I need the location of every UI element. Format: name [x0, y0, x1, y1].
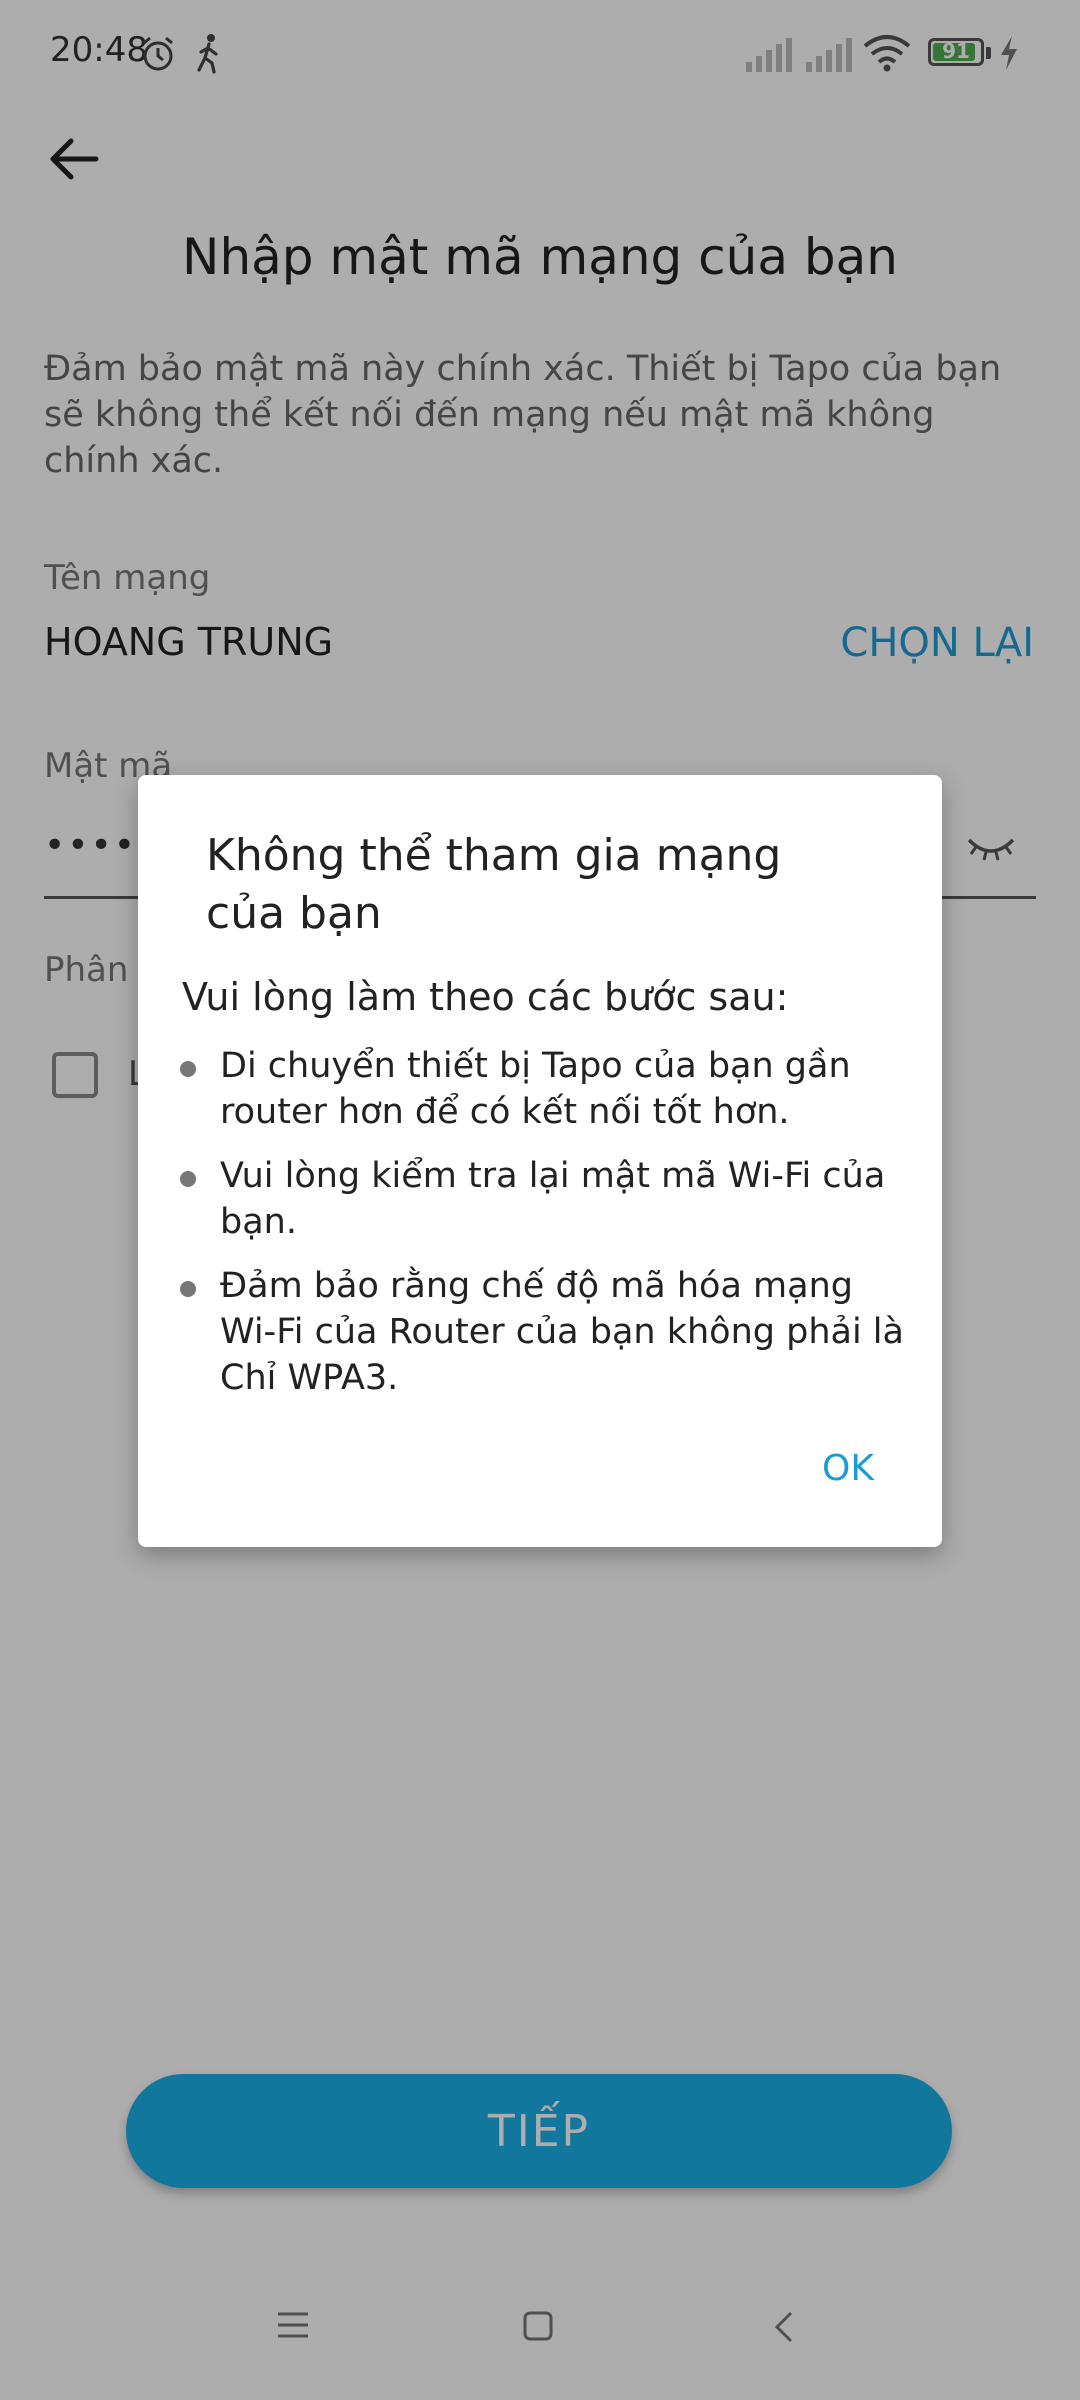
step-text: Vui lòng kiểm tra lại mật mã Wi-Fi của b… [220, 1156, 886, 1242]
step-text: Đảm bảo rằng chế độ mã hóa mạng Wi-Fi củ… [220, 1266, 904, 1398]
ok-button[interactable]: OK [816, 1440, 880, 1497]
dialog-title: Không thể tham gia mạng của bạn [206, 830, 782, 939]
bullet-icon [180, 1171, 196, 1187]
bullet-icon [180, 1281, 196, 1297]
list-item: Đảm bảo rằng chế độ mã hóa mạng Wi-Fi củ… [178, 1263, 908, 1401]
list-item: Vui lòng kiểm tra lại mật mã Wi-Fi của b… [178, 1153, 908, 1245]
bullet-icon [180, 1061, 196, 1077]
step-text: Di chuyển thiết bị Tapo của bạn gần rout… [220, 1046, 851, 1132]
error-dialog: Không thể tham gia mạng của bạn Vui lòng… [138, 775, 942, 1547]
list-item: Di chuyển thiết bị Tapo của bạn gần rout… [178, 1043, 908, 1135]
dialog-steps-list: Di chuyển thiết bị Tapo của bạn gần rout… [178, 1043, 908, 1419]
dialog-subtitle: Vui lòng làm theo các bước sau: [182, 975, 789, 1019]
